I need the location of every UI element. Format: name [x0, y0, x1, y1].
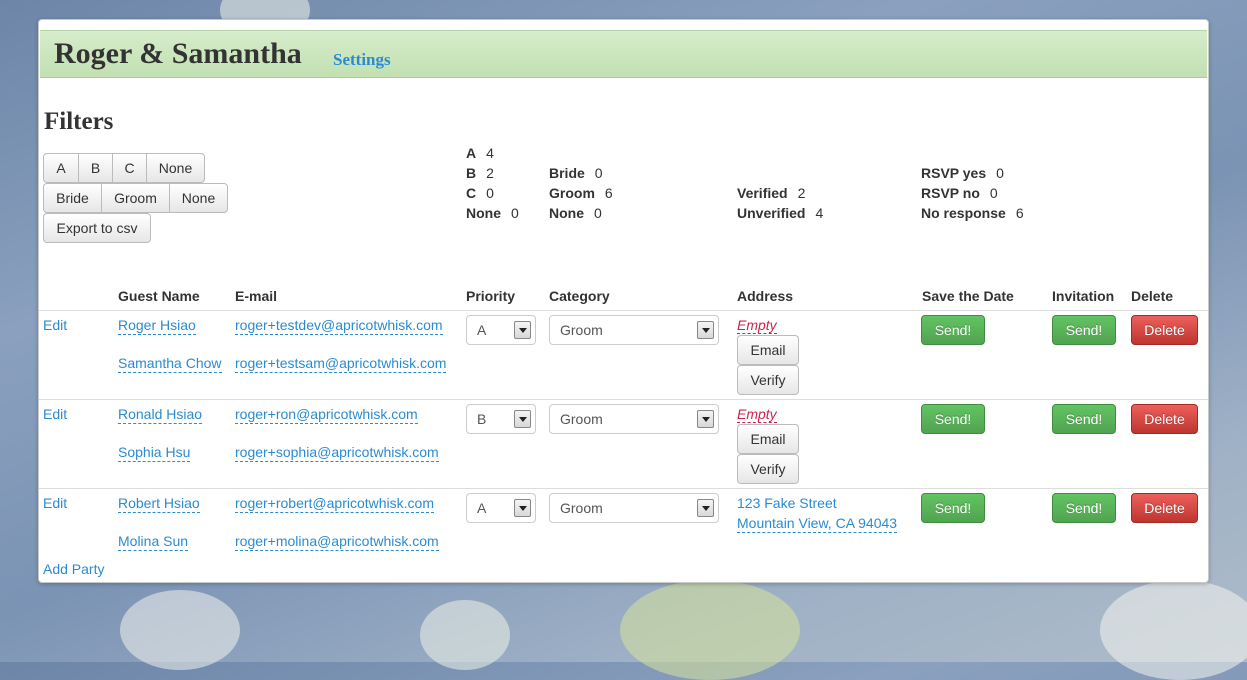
stat-priority-none: None 0	[466, 205, 519, 221]
filters-title: Filters	[44, 108, 114, 135]
background-flower	[1100, 580, 1247, 680]
guest-email[interactable]: roger+testdev@apricotwhisk.com	[235, 317, 443, 335]
send-invitation-button[interactable]: Send!	[1052, 315, 1116, 345]
header-address: Address	[737, 288, 794, 304]
edit-party-link[interactable]: Edit	[43, 406, 67, 422]
priority-select[interactable]: A	[466, 315, 536, 345]
verify-address-button[interactable]: Verify	[737, 454, 799, 484]
send-save-the-date-button[interactable]: Send!	[921, 493, 985, 523]
guest-email[interactable]: roger+testsam@apricotwhisk.com	[235, 355, 447, 373]
guest-email[interactable]: roger+robert@apricotwhisk.com	[235, 495, 435, 513]
priority-select[interactable]: A	[466, 493, 536, 523]
category-select[interactable]: Groom	[549, 404, 719, 434]
main-panel: Roger & Samantha Settings Filters A B C …	[38, 19, 1209, 583]
stat-no-response: No response 6	[921, 205, 1024, 221]
background-flower	[420, 600, 510, 670]
delete-party-button[interactable]: Delete	[1131, 315, 1198, 345]
row-divider	[39, 488, 1208, 489]
stat-rsvp-yes: RSVP yes 0	[921, 165, 1004, 181]
email-address-button[interactable]: Email	[737, 424, 799, 454]
app-header: Roger & Samantha Settings	[40, 30, 1207, 78]
guest-name[interactable]: Molina Sun	[118, 533, 189, 551]
row-divider	[39, 399, 1208, 400]
header-delete: Delete	[1131, 288, 1174, 304]
guest-name[interactable]: Samantha Chow	[118, 355, 222, 373]
send-save-the-date-button[interactable]: Send!	[921, 404, 985, 434]
stat-priority-b: B2	[466, 165, 494, 181]
header-guest-name: Guest Name	[118, 288, 200, 304]
address-empty[interactable]: Empty	[737, 406, 777, 423]
guest-name[interactable]: Robert Hsiao	[118, 495, 200, 513]
filter-priority-b-button[interactable]: B	[78, 153, 113, 183]
export-csv-button[interactable]: Export to csv	[43, 213, 151, 243]
filter-category-groom-button[interactable]: Groom	[101, 183, 170, 213]
filter-category-none-button[interactable]: None	[169, 183, 228, 213]
address-line-1[interactable]: 123 Fake Street	[737, 495, 837, 511]
add-party-link[interactable]: Add Party	[43, 561, 104, 577]
chevron-down-icon	[697, 410, 714, 428]
background-flower	[620, 580, 800, 680]
edit-party-link[interactable]: Edit	[43, 495, 67, 511]
chevron-down-icon	[697, 321, 714, 339]
guest-name[interactable]: Sophia Hsu	[118, 444, 191, 462]
send-invitation-button[interactable]: Send!	[1052, 493, 1116, 523]
stat-category-none: None 0	[549, 205, 602, 221]
send-invitation-button[interactable]: Send!	[1052, 404, 1116, 434]
stat-priority-a: A4	[466, 145, 494, 161]
background-flower	[120, 590, 240, 670]
stat-rsvp-no: RSVP no 0	[921, 185, 998, 201]
filter-category-bride-button[interactable]: Bride	[43, 183, 102, 213]
edit-party-link[interactable]: Edit	[43, 317, 67, 333]
header-category: Category	[549, 288, 610, 304]
delete-party-button[interactable]: Delete	[1131, 404, 1198, 434]
priority-select[interactable]: B	[466, 404, 536, 434]
stat-unverified: Unverified 4	[737, 205, 824, 221]
address-line-2[interactable]: Mountain View, CA 94043	[737, 515, 898, 533]
delete-party-button[interactable]: Delete	[1131, 493, 1198, 523]
app-title: Roger & Samantha	[54, 37, 302, 70]
filter-priority-a-button[interactable]: A	[43, 153, 79, 183]
row-divider	[39, 310, 1208, 311]
verify-address-button[interactable]: Verify	[737, 365, 799, 395]
guest-name[interactable]: Ronald Hsiao	[118, 406, 203, 424]
guest-email[interactable]: roger+sophia@apricotwhisk.com	[235, 444, 439, 462]
stat-category-groom: Groom 6	[549, 185, 613, 201]
category-select[interactable]: Groom	[549, 315, 719, 345]
chevron-down-icon	[514, 499, 531, 517]
stat-priority-c: C0	[466, 185, 494, 201]
category-select[interactable]: Groom	[549, 493, 719, 523]
guest-email[interactable]: roger+molina@apricotwhisk.com	[235, 533, 439, 551]
chevron-down-icon	[697, 499, 714, 517]
filter-priority-c-button[interactable]: C	[112, 153, 147, 183]
header-priority: Priority	[466, 288, 516, 304]
filter-priority-none-button[interactable]: None	[146, 153, 205, 183]
header-email: E-mail	[235, 288, 278, 304]
send-save-the-date-button[interactable]: Send!	[921, 315, 985, 345]
header-invitation: Invitation	[1052, 288, 1115, 304]
category-filter-group: Bride Groom None	[43, 183, 228, 213]
settings-link[interactable]: Settings	[333, 50, 391, 70]
stat-category-bride: Bride 0	[549, 165, 603, 181]
email-address-button[interactable]: Email	[737, 335, 799, 365]
guest-name[interactable]: Roger Hsiao	[118, 317, 196, 335]
address-empty[interactable]: Empty	[737, 317, 777, 334]
chevron-down-icon	[514, 321, 531, 339]
stat-verified: Verified 2	[737, 185, 806, 201]
header-save-the-date: Save the Date	[922, 288, 1014, 304]
chevron-down-icon	[514, 410, 531, 428]
priority-filter-group: A B C None	[43, 153, 205, 183]
guest-email[interactable]: roger+ron@apricotwhisk.com	[235, 406, 418, 424]
